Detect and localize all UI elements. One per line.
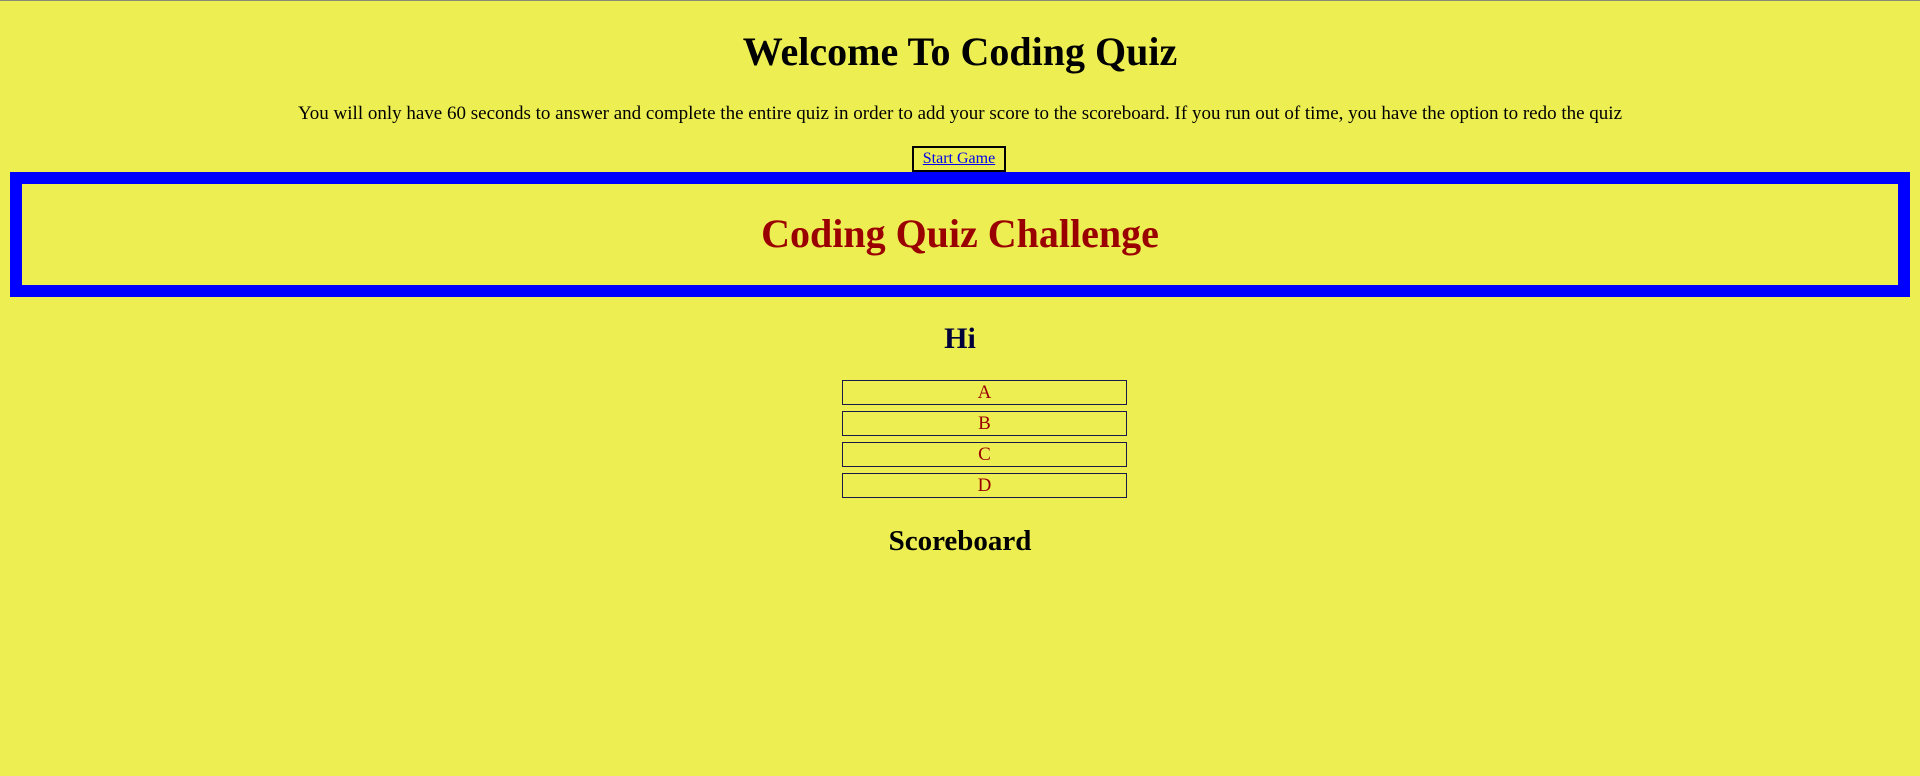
- answer-button-c[interactable]: C: [842, 442, 1127, 467]
- scoreboard-title: Scoreboard: [888, 525, 1032, 557]
- challenge-banner: Coding Quiz Challenge: [10, 172, 1910, 297]
- answer-button-a[interactable]: A: [842, 380, 1127, 405]
- answer-button-d[interactable]: D: [842, 473, 1127, 498]
- page-title: Welcome To Coding Quiz: [742, 29, 1178, 74]
- answer-list: A B C D: [842, 380, 1127, 504]
- answer-button-b[interactable]: B: [842, 411, 1127, 436]
- start-game-button[interactable]: Start Game: [912, 146, 1006, 172]
- challenge-title: Coding Quiz Challenge: [761, 211, 1159, 256]
- question-title: Hi: [944, 322, 976, 355]
- quiz-instructions: You will only have 60 seconds to answer …: [297, 103, 1623, 124]
